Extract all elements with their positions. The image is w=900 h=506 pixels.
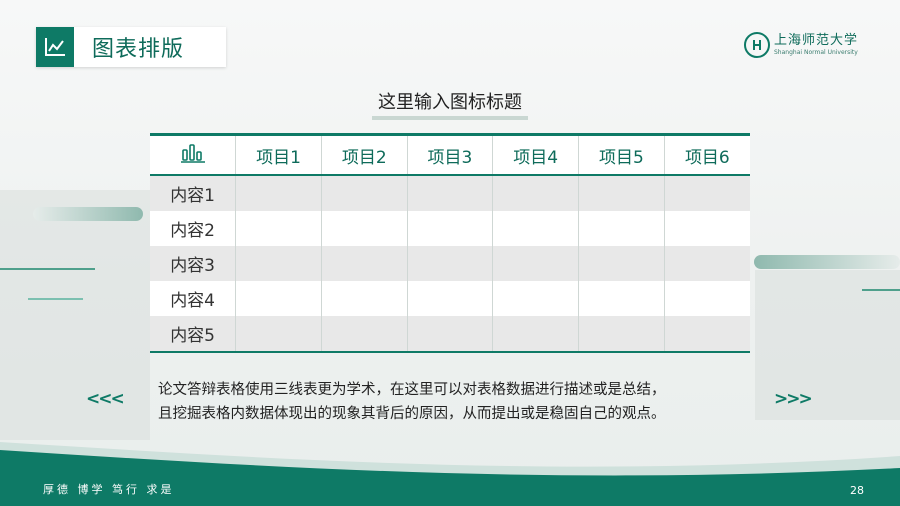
column-header: 项目2 bbox=[320, 133, 408, 176]
table-cell bbox=[663, 281, 750, 316]
table-row: 内容2 bbox=[150, 211, 750, 246]
table-cell bbox=[492, 175, 579, 211]
table-row: 内容1 bbox=[150, 175, 750, 211]
background-building-left bbox=[0, 190, 150, 440]
university-logo: 上海师范大学 Shanghai Normal University bbox=[744, 32, 858, 58]
table-cell bbox=[406, 316, 493, 353]
table-cell bbox=[492, 211, 579, 246]
data-table: 项目1 项目2 项目3 项目4 项目5 项目6 内容1 内容2 内容3 内容4 … bbox=[150, 133, 750, 353]
table-header-row: 项目1 项目2 项目3 项目4 项目5 项目6 bbox=[150, 133, 750, 176]
column-header: 项目6 bbox=[663, 133, 750, 176]
table-cell bbox=[235, 175, 322, 211]
row-label: 内容2 bbox=[150, 211, 236, 246]
left-arrows-decor: <<< bbox=[86, 389, 125, 409]
table-cell bbox=[406, 175, 493, 211]
table-cell bbox=[320, 211, 408, 246]
decor-bar-right bbox=[754, 255, 900, 269]
footer-motto: 厚德 博学 笃行 求是 bbox=[43, 483, 175, 496]
table-cell bbox=[320, 281, 408, 316]
line-chart-icon bbox=[36, 27, 74, 67]
column-header: 项目5 bbox=[578, 133, 665, 176]
table-cell bbox=[320, 175, 408, 211]
table-cell bbox=[320, 246, 408, 281]
page-number: 28 bbox=[850, 484, 864, 497]
table-cell bbox=[492, 246, 579, 281]
table-cell bbox=[406, 211, 493, 246]
row-label: 内容5 bbox=[150, 316, 236, 353]
table-cell bbox=[235, 281, 322, 316]
table-row: 内容5 bbox=[150, 316, 750, 353]
row-label: 内容1 bbox=[150, 175, 236, 211]
decor-line-left-1 bbox=[0, 268, 95, 270]
row-label: 内容4 bbox=[150, 281, 236, 316]
decor-line-left-2 bbox=[28, 298, 83, 300]
decor-line-right bbox=[862, 289, 900, 291]
university-seal-icon bbox=[744, 32, 770, 58]
table-cell bbox=[578, 246, 665, 281]
table-cell bbox=[578, 211, 665, 246]
table-cell bbox=[578, 316, 665, 353]
table-cell bbox=[235, 316, 322, 353]
table-cell bbox=[578, 281, 665, 316]
description-text: 论文答辩表格使用三线表更为学术，在这里可以对表格数据进行描述或是总结， 且挖掘表… bbox=[158, 382, 666, 422]
table-cell bbox=[492, 316, 579, 353]
table-row: 内容3 bbox=[150, 246, 750, 281]
row-label: 内容3 bbox=[150, 246, 236, 281]
decor-bar-left bbox=[33, 207, 143, 221]
header-title-box: 图表排版 bbox=[36, 27, 226, 67]
table-cell bbox=[663, 246, 750, 281]
table-cell bbox=[663, 211, 750, 246]
table-cell bbox=[235, 211, 322, 246]
table-cell bbox=[235, 246, 322, 281]
chart-title: 这里输入图标标题 bbox=[0, 88, 900, 120]
university-name-cn: 上海师范大学 bbox=[774, 32, 859, 48]
table-cell bbox=[663, 316, 750, 353]
university-name-en: Shanghai Normal University bbox=[774, 48, 858, 56]
table-cell bbox=[406, 281, 493, 316]
table-cell bbox=[320, 316, 408, 353]
table-cell bbox=[578, 175, 665, 211]
column-header: 项目4 bbox=[492, 133, 579, 176]
page-title: 图表排版 bbox=[92, 37, 185, 62]
table-cell bbox=[492, 281, 579, 316]
column-header: 项目1 bbox=[235, 133, 322, 176]
table-cell bbox=[663, 175, 750, 211]
right-arrows-decor: >>> bbox=[774, 389, 813, 409]
table-row: 内容4 bbox=[150, 281, 750, 316]
bar-chart-icon bbox=[150, 133, 236, 176]
column-header: 项目3 bbox=[406, 133, 493, 176]
table-cell bbox=[406, 246, 493, 281]
